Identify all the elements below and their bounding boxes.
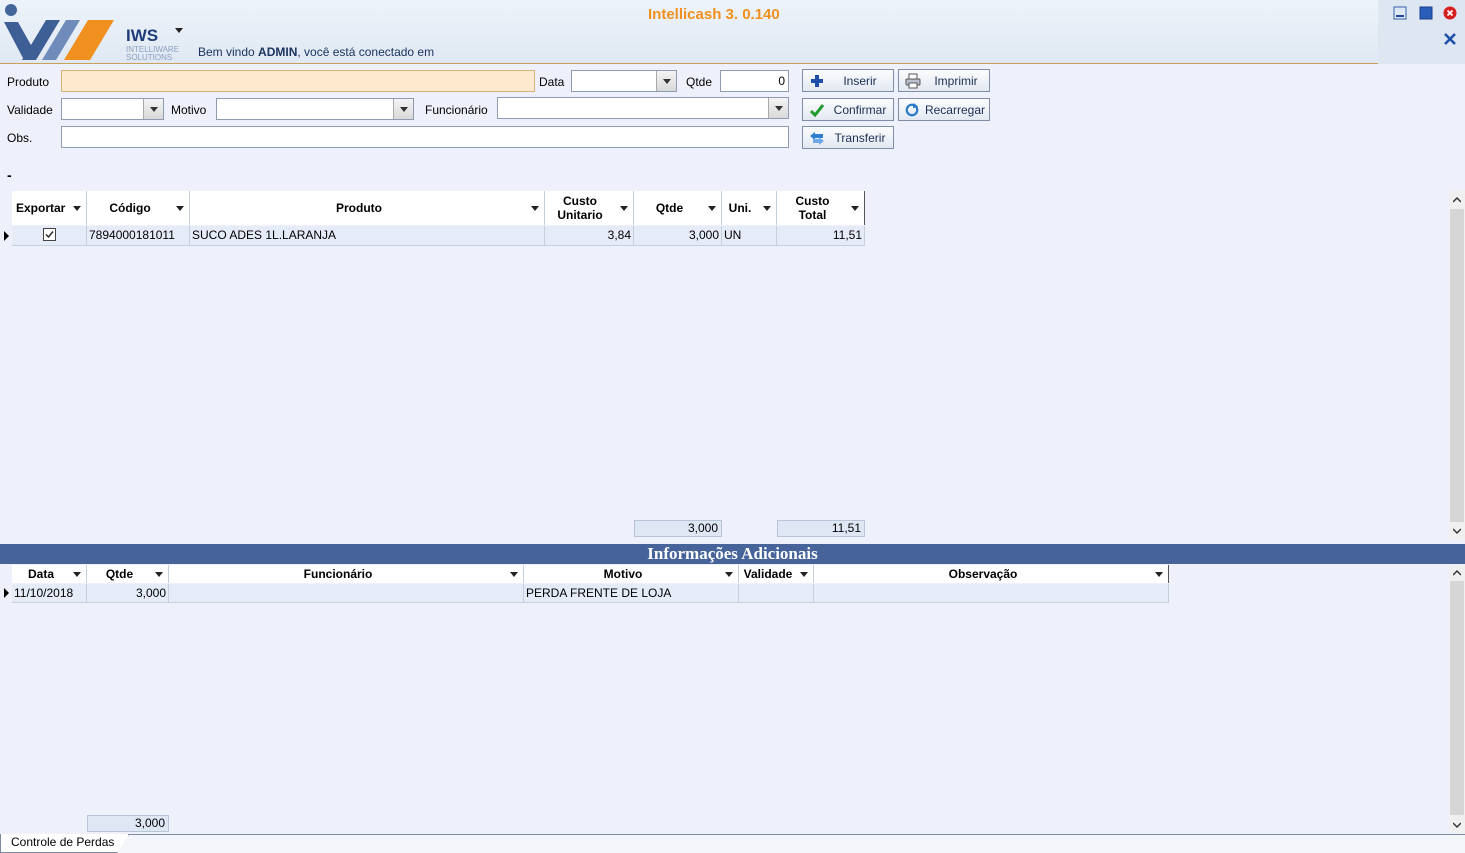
chevron-down-icon — [800, 572, 808, 577]
cell-codigo[interactable]: 7894000181011 — [87, 226, 190, 246]
total-custo-total: 11,51 — [777, 520, 865, 537]
imprimir-button[interactable]: Imprimir — [898, 69, 990, 92]
col-funcionario[interactable]: Funcionário — [169, 565, 524, 583]
row-indicator-icon — [4, 588, 9, 598]
chevron-down-icon — [763, 206, 771, 211]
chevron-down-icon — [155, 572, 163, 577]
confirmar-button[interactable]: Confirmar — [802, 98, 894, 121]
row-indicator-icon — [4, 231, 9, 241]
scroll-up-icon[interactable] — [1453, 569, 1461, 577]
scroll-down-icon[interactable] — [1453, 821, 1461, 829]
col-custo-unitario[interactable]: Custo Unitario — [545, 191, 634, 225]
col-data[interactable]: Data — [12, 565, 87, 583]
scrollbar-thumb[interactable] — [1450, 209, 1464, 522]
user-name: ADMIN — [258, 45, 298, 59]
obs-label: Obs. — [7, 131, 33, 145]
chevron-down-icon — [73, 206, 81, 211]
funcionario-select[interactable] — [497, 97, 789, 119]
details-scrollbar[interactable] — [1449, 565, 1465, 833]
col-uni[interactable]: Uni. — [722, 191, 777, 225]
detail-total-qtde: 3,000 — [87, 815, 169, 832]
cell-funcionario[interactable] — [169, 584, 524, 603]
motivo-select[interactable] — [216, 98, 414, 120]
data-label: Data — [539, 75, 565, 89]
col-exportar[interactable]: Exportar — [12, 191, 87, 225]
funcionario-label: Funcionário — [425, 103, 488, 117]
products-scrollbar[interactable] — [1449, 191, 1465, 540]
chevron-down-icon[interactable] — [143, 99, 163, 119]
tab-bar: Controle de Perdas — [0, 834, 1465, 853]
cell-custo-unitario[interactable]: 3,84 — [545, 226, 634, 246]
brand-subtitle: INTELLIWARE SOLUTIONS — [126, 45, 180, 62]
chevron-down-icon — [725, 572, 733, 577]
close-form-icon[interactable] — [1443, 32, 1457, 46]
produto-input[interactable] — [61, 70, 535, 92]
refresh-icon — [905, 102, 919, 116]
col-motivo[interactable]: Motivo — [524, 565, 739, 583]
col-validade[interactable]: Validade — [739, 565, 814, 583]
close-app-icon[interactable] — [1443, 6, 1457, 20]
obs-input[interactable] — [61, 126, 789, 148]
app-title: Intellicash 3. 0.140 — [648, 6, 780, 23]
cell-motivo[interactable]: PERDA FRENTE DE LOJA — [524, 584, 739, 603]
qtde-input[interactable] — [720, 70, 789, 92]
checkbox-checked-icon[interactable] — [42, 228, 56, 241]
minimize-icon[interactable] — [1393, 6, 1407, 20]
app-header: IWS INTELLIWARE SOLUTIONS Intellicash 3.… — [0, 0, 1465, 64]
chevron-down-icon — [851, 206, 859, 211]
checkmark-icon — [809, 103, 825, 117]
chevron-down-icon — [1155, 572, 1163, 577]
chevron-down-icon — [620, 206, 628, 211]
data-date-picker[interactable] — [571, 70, 677, 92]
validade-label: Validade — [7, 103, 53, 117]
chevron-down-icon — [510, 572, 518, 577]
scroll-down-icon[interactable] — [1453, 527, 1461, 535]
motivo-label: Motivo — [171, 103, 207, 117]
transferir-button[interactable]: Transferir — [802, 126, 894, 149]
welcome-message: Bem vindo ADMIN, você está conectado em — [198, 45, 435, 59]
brand-menu-caret-icon[interactable] — [175, 28, 183, 33]
cell-qtde[interactable]: 3,000 — [634, 226, 722, 246]
chevron-down-icon[interactable] — [393, 99, 413, 119]
chevron-down-icon[interactable] — [656, 71, 676, 91]
chevron-down-icon[interactable] — [768, 98, 788, 118]
chevron-down-icon — [531, 206, 539, 211]
chevron-down-icon — [73, 572, 81, 577]
collapse-toggle[interactable]: - — [7, 167, 12, 183]
qtde-label: Qtde — [686, 75, 713, 89]
printer-icon — [905, 73, 921, 88]
maximize-icon[interactable] — [1419, 6, 1433, 20]
brand-name: IWS — [126, 26, 159, 45]
inserir-button[interactable]: Inserir — [802, 69, 894, 92]
col-detail-qtde[interactable]: Qtde — [87, 565, 169, 583]
recarregar-button[interactable]: Recarregar — [898, 98, 990, 121]
cell-validade[interactable] — [739, 584, 814, 603]
chevron-down-icon — [176, 206, 184, 211]
validade-date-picker[interactable] — [61, 98, 164, 120]
cell-produto[interactable]: SUCO ADES 1L.LARANJA — [190, 226, 545, 246]
col-custo-total[interactable]: Custo Total — [777, 191, 865, 225]
plus-icon — [811, 74, 823, 87]
tab-controle-de-perdas[interactable]: Controle de Perdas — [0, 834, 129, 853]
scrollbar-thumb[interactable] — [1450, 581, 1464, 815]
col-codigo[interactable]: Código — [87, 191, 190, 225]
cell-detail-qtde[interactable]: 3,000 — [87, 584, 169, 603]
transfer-arrows-icon — [810, 131, 824, 145]
cell-exportar[interactable] — [12, 226, 87, 246]
col-observacao[interactable]: Observação — [814, 565, 1169, 583]
cell-custo-total[interactable]: 11,51 — [777, 226, 865, 246]
cell-uni[interactable]: UN — [722, 226, 777, 246]
chevron-down-icon — [708, 206, 716, 211]
col-qtde[interactable]: Qtde — [634, 191, 722, 225]
produto-label: Produto — [7, 75, 50, 89]
cell-observacao[interactable] — [814, 584, 1169, 603]
total-qtde: 3,000 — [634, 520, 722, 537]
col-produto[interactable]: Produto — [190, 191, 545, 225]
window-controls — [1378, 0, 1465, 64]
scroll-up-icon[interactable] — [1453, 196, 1461, 204]
iws-logo-icon — [4, 4, 114, 60]
section-title: Informações Adicionais — [0, 544, 1465, 564]
cell-data[interactable]: 11/10/2018 — [12, 584, 87, 603]
